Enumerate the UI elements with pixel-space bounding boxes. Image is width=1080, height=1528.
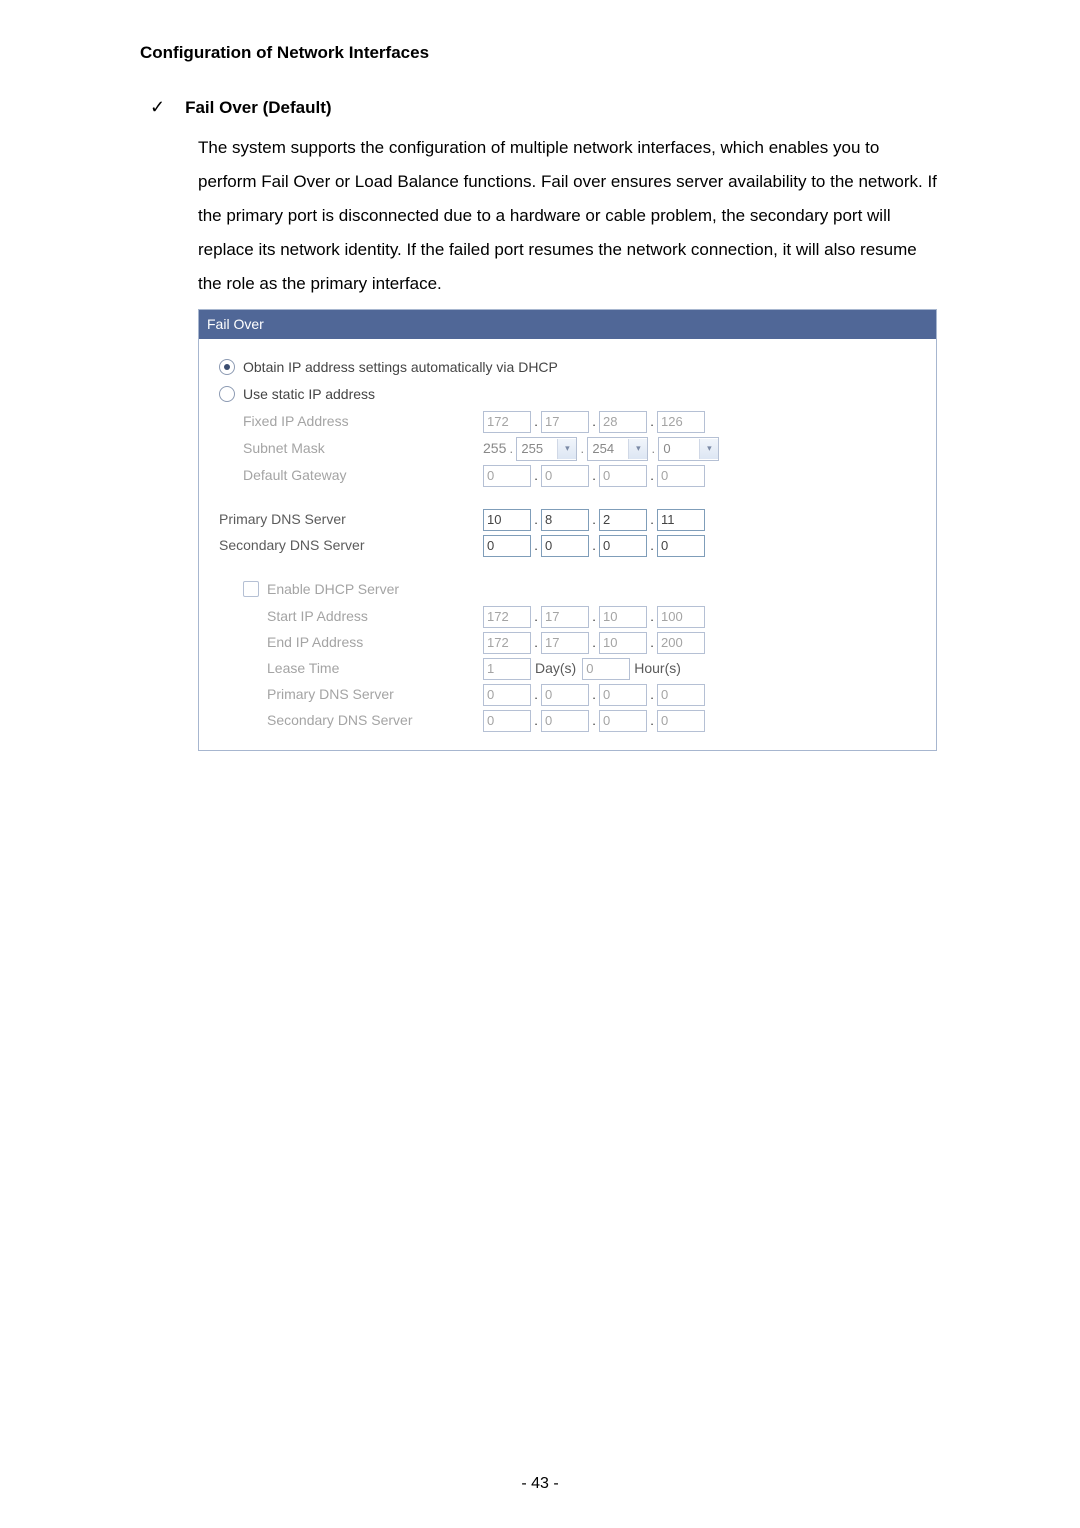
end-ip-3[interactable]: 10 [599, 632, 647, 654]
end-ip-label: End IP Address [267, 632, 483, 653]
primary-dns-4[interactable]: 11 [657, 509, 705, 531]
gateway-1[interactable]: 0 [483, 465, 531, 487]
page-number: - 43 - [0, 1472, 1080, 1496]
secondary-dns-3[interactable]: 0 [599, 535, 647, 557]
fixed-ip-1[interactable]: 172 [483, 411, 531, 433]
primary-dns-3[interactable]: 2 [599, 509, 647, 531]
radio-static[interactable] [219, 386, 235, 402]
start-ip-4[interactable]: 100 [657, 606, 705, 628]
subnet-label: Subnet Mask [243, 438, 483, 459]
sub-heading: Fail Over (Default) [185, 95, 331, 121]
lease-hours-word: Hour(s) [634, 658, 681, 679]
dhcp-primary-dns-4[interactable]: 0 [657, 684, 705, 706]
fixed-ip-label: Fixed IP Address [243, 411, 483, 432]
page-heading: Configuration of Network Interfaces [140, 40, 940, 66]
dhcp-secondary-dns-1[interactable]: 0 [483, 710, 531, 732]
fixed-ip-2[interactable]: 17 [541, 411, 589, 433]
subnet-sel-3[interactable]: 0▾ [658, 437, 719, 461]
panel-title: Fail Over [199, 310, 936, 339]
gateway-4[interactable]: 0 [657, 465, 705, 487]
secondary-dns-4[interactable]: 0 [657, 535, 705, 557]
gateway-label: Default Gateway [243, 465, 483, 486]
chevron-down-icon: ▾ [557, 439, 576, 459]
subnet-sel-1[interactable]: 255▾ [516, 437, 577, 461]
dhcp-primary-dns-label: Primary DNS Server [267, 684, 483, 705]
secondary-dns-label: Secondary DNS Server [219, 535, 483, 556]
start-ip-label: Start IP Address [267, 606, 483, 627]
end-ip-1[interactable]: 172 [483, 632, 531, 654]
primary-dns-2[interactable]: 8 [541, 509, 589, 531]
dhcp-primary-dns-2[interactable]: 0 [541, 684, 589, 706]
fixed-ip-4[interactable]: 126 [657, 411, 705, 433]
end-ip-4[interactable]: 200 [657, 632, 705, 654]
enable-dhcp-label: Enable DHCP Server [267, 579, 399, 600]
chevron-down-icon: ▾ [699, 439, 718, 459]
dhcp-secondary-dns-3[interactable]: 0 [599, 710, 647, 732]
secondary-dns-1[interactable]: 0 [483, 535, 531, 557]
subnet-sel-2[interactable]: 254▾ [587, 437, 648, 461]
chevron-down-icon: ▾ [628, 439, 647, 459]
lease-label: Lease Time [267, 658, 483, 679]
subnet-prefix: 255 [483, 438, 506, 459]
end-ip-2[interactable]: 17 [541, 632, 589, 654]
check-icon: ✓ [140, 92, 165, 121]
body-paragraph: The system supports the configuration of… [198, 131, 940, 301]
dhcp-secondary-dns-4[interactable]: 0 [657, 710, 705, 732]
dhcp-secondary-dns-2[interactable]: 0 [541, 710, 589, 732]
start-ip-2[interactable]: 17 [541, 606, 589, 628]
checkbox-enable-dhcp[interactable] [243, 581, 259, 597]
lease-days[interactable]: 1 [483, 658, 531, 680]
lease-days-word: Day(s) [535, 658, 576, 679]
dhcp-primary-dns-1[interactable]: 0 [483, 684, 531, 706]
dhcp-secondary-dns-label: Secondary DNS Server [267, 710, 483, 731]
start-ip-3[interactable]: 10 [599, 606, 647, 628]
start-ip-1[interactable]: 172 [483, 606, 531, 628]
gateway-2[interactable]: 0 [541, 465, 589, 487]
fixed-ip-3[interactable]: 28 [599, 411, 647, 433]
radio-dhcp-label: Obtain IP address settings automatically… [243, 357, 558, 378]
lease-hours[interactable]: 0 [582, 658, 630, 680]
dhcp-primary-dns-3[interactable]: 0 [599, 684, 647, 706]
secondary-dns-2[interactable]: 0 [541, 535, 589, 557]
primary-dns-label: Primary DNS Server [219, 509, 483, 530]
gateway-3[interactable]: 0 [599, 465, 647, 487]
radio-dhcp[interactable] [219, 359, 235, 375]
radio-static-label: Use static IP address [243, 384, 375, 405]
failover-panel: Fail Over Obtain IP address settings aut… [198, 309, 937, 751]
primary-dns-1[interactable]: 10 [483, 509, 531, 531]
